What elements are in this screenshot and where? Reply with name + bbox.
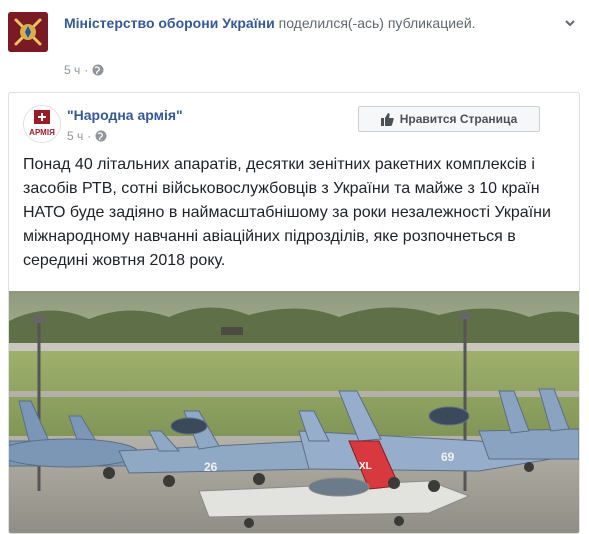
tail-code: XL [359,461,372,472]
ministry-avatar[interactable] [8,12,48,52]
inner-post-time[interactable]: 5 ч [67,129,83,143]
shared-post-header: Міністерство оборони України поделился(-… [8,12,581,82]
svg-text:АРМІЯ: АРМІЯ [29,128,55,137]
post-body-text: Понад 40 літальних апаратів, десятки зен… [23,156,551,269]
ministry-page-link[interactable]: Міністерство оборони України [64,15,275,31]
like-page-label: Нравится Страница [399,112,518,126]
like-page-button[interactable]: Нравится Страница [358,106,540,132]
inner-meta-dot: · [87,129,92,143]
inner-page-name[interactable]: "Народна армія" [67,107,183,123]
aircraft-number-26: 26 [204,460,218,474]
aircraft-number-69: 69 [441,450,455,464]
share-action-text: поделился(-ась) публикацией. [274,15,476,31]
globe-icon [92,64,104,76]
chevron-down-icon[interactable] [563,16,577,30]
inner-post-meta: 5 ч · [67,129,107,143]
post-time[interactable]: 5 ч [64,63,80,77]
meta-dot: · [84,63,89,77]
inner-post-card: АРМІЯ "Народна армія" 5 ч · Нравится Стр… [8,92,580,534]
shared-post-meta: 5 ч · [64,63,104,77]
narodna-armiya-avatar[interactable]: АРМІЯ [23,105,61,143]
share-text: Міністерство оборони України поделился(-… [64,14,544,33]
airfield-photo[interactable]: 26 69 XL [9,291,579,534]
globe-icon [95,130,107,142]
thumbs-up-icon [380,112,394,126]
